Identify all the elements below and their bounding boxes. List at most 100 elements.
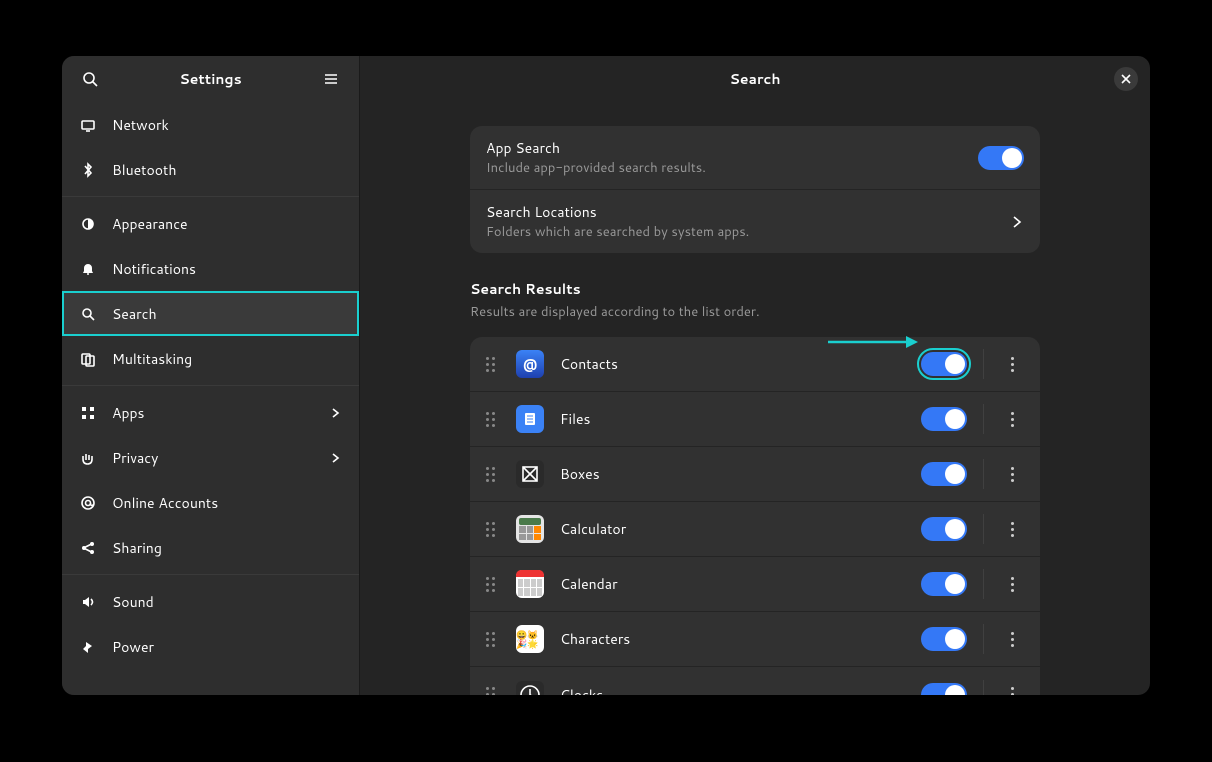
drag-handle-icon[interactable]	[486, 522, 500, 537]
settings-window: Settings Network Bluetooth Appearance Notif…	[62, 56, 1150, 695]
search-results-subtitle: Results are displayed according to the l…	[470, 303, 1040, 321]
sidebar-item-label: Network	[112, 115, 169, 135]
speaker-icon	[80, 594, 96, 610]
result-toggle-clocks[interactable]	[921, 683, 967, 696]
sidebar-item-apps[interactable]: Apps	[62, 390, 359, 435]
main-panel: Search App Search Include app-provided s…	[360, 56, 1150, 695]
bell-icon	[80, 261, 96, 277]
close-icon	[1121, 74, 1131, 84]
share-icon	[80, 540, 96, 556]
sidebar-item-search[interactable]: Search	[62, 291, 359, 336]
network-icon	[80, 117, 96, 133]
page-title: Search	[729, 69, 780, 89]
sidebar-menu-button[interactable]	[317, 65, 345, 93]
chevron-right-icon	[1010, 215, 1024, 229]
result-menu-button[interactable]	[1000, 357, 1024, 372]
search-results-list: @ContactsFilesBoxesCalculatorCalendar😀🐱🎉…	[470, 337, 1040, 695]
result-row-files: Files	[470, 392, 1040, 447]
sidebar-item-label: Power	[112, 637, 154, 657]
result-menu-button[interactable]	[1000, 467, 1024, 482]
result-menu-button[interactable]	[1000, 412, 1024, 427]
sidebar-item-bluetooth[interactable]: Bluetooth	[62, 147, 359, 192]
drag-handle-icon[interactable]	[486, 467, 500, 482]
drag-handle-icon[interactable]	[486, 687, 500, 695]
at-icon	[80, 495, 96, 511]
search-results-header: Search Results Results are displayed acc…	[470, 279, 1040, 321]
search-icon	[80, 306, 96, 322]
sidebar-item-label: Bluetooth	[112, 160, 176, 180]
result-label: Files	[560, 409, 905, 429]
search-locations-title: Search Locations	[486, 202, 996, 222]
sidebar-item-notifications[interactable]: Notifications	[62, 246, 359, 291]
search-locations-subtitle: Folders which are searched by system app…	[486, 223, 996, 241]
app-search-title: App Search	[486, 138, 964, 158]
sidebar-item-label: Apps	[112, 403, 145, 423]
sidebar-item-label: Multitasking	[112, 349, 192, 369]
result-label: Calculator	[560, 519, 905, 539]
characters-app-icon: 😀🐱🎉🌟	[516, 625, 544, 653]
sidebar-list: Network Bluetooth Appearance Notifications S…	[62, 102, 359, 695]
sidebar-item-label: Privacy	[112, 448, 158, 468]
sidebar-item-label: Sharing	[112, 538, 162, 558]
grid-icon	[80, 405, 96, 421]
calendar-app-icon	[516, 570, 544, 598]
result-toggle-characters[interactable]	[921, 627, 967, 651]
result-toggle-calculator[interactable]	[921, 517, 967, 541]
result-toggle-boxes[interactable]	[921, 462, 967, 486]
hand-icon	[80, 450, 96, 466]
search-results-title: Search Results	[470, 279, 1040, 299]
sidebar-item-appearance[interactable]: Appearance	[62, 201, 359, 246]
power-icon	[80, 639, 96, 655]
sidebar-title: Settings	[179, 69, 241, 89]
sidebar-item-label: Online Accounts	[112, 493, 218, 513]
multitask-icon	[80, 351, 96, 367]
result-row-contacts: @ Contacts	[470, 337, 1040, 392]
sidebar-item-privacy[interactable]: Privacy	[62, 435, 359, 480]
sidebar: Settings Network Bluetooth Appearance Notif…	[62, 56, 360, 695]
main-header: Search	[360, 56, 1150, 102]
share-icon	[80, 540, 96, 556]
sidebar-item-label: Sound	[112, 592, 154, 612]
sidebar-item-label: Search	[112, 304, 157, 324]
sidebar-item-sound[interactable]: Sound	[62, 579, 359, 624]
sidebar-item-network[interactable]: Network	[62, 102, 359, 147]
sidebar-item-label: Notifications	[112, 259, 196, 279]
sidebar-item-power[interactable]: Power	[62, 624, 359, 669]
boxes-app-icon	[516, 460, 544, 488]
result-row-calendar: Calendar	[470, 557, 1040, 612]
result-toggle-contacts[interactable]	[921, 352, 967, 376]
drag-handle-icon[interactable]	[486, 412, 500, 427]
close-button[interactable]	[1114, 67, 1138, 91]
chevron-right-icon	[329, 452, 341, 464]
speaker-icon	[80, 594, 96, 610]
chevron-right-icon	[329, 407, 341, 419]
result-label: Contacts	[560, 354, 905, 374]
result-toggle-calendar[interactable]	[921, 572, 967, 596]
sidebar-item-multitasking[interactable]: Multitasking	[62, 336, 359, 381]
contacts-app-icon: @	[516, 350, 544, 378]
result-label: Clocks	[560, 685, 905, 696]
drag-handle-icon[interactable]	[486, 577, 500, 592]
result-menu-button[interactable]	[1000, 577, 1024, 592]
result-toggle-files[interactable]	[921, 407, 967, 431]
result-menu-button[interactable]	[1000, 687, 1024, 695]
search-locations-row[interactable]: Search Locations Folders which are searc…	[470, 190, 1040, 253]
appearance-icon	[80, 216, 96, 232]
search-icon	[80, 306, 96, 322]
result-label: Characters	[560, 629, 905, 649]
search-icon	[82, 71, 98, 87]
result-menu-button[interactable]	[1000, 632, 1024, 647]
drag-handle-icon[interactable]	[486, 357, 500, 372]
app-search-toggle[interactable]	[978, 146, 1024, 170]
bluetooth-icon	[80, 162, 96, 178]
result-menu-button[interactable]	[1000, 522, 1024, 537]
drag-handle-icon[interactable]	[486, 632, 500, 647]
result-row-characters: 😀🐱🎉🌟 Characters	[470, 612, 1040, 667]
sidebar-item-sharing[interactable]: Sharing	[62, 525, 359, 570]
sidebar-item-online-accounts[interactable]: Online Accounts	[62, 480, 359, 525]
result-row-calculator: Calculator	[470, 502, 1040, 557]
app-search-row: App Search Include app-provided search r…	[470, 126, 1040, 190]
sidebar-search-button[interactable]	[76, 65, 104, 93]
sidebar-item-label: Appearance	[112, 214, 188, 234]
at-icon	[80, 495, 96, 511]
